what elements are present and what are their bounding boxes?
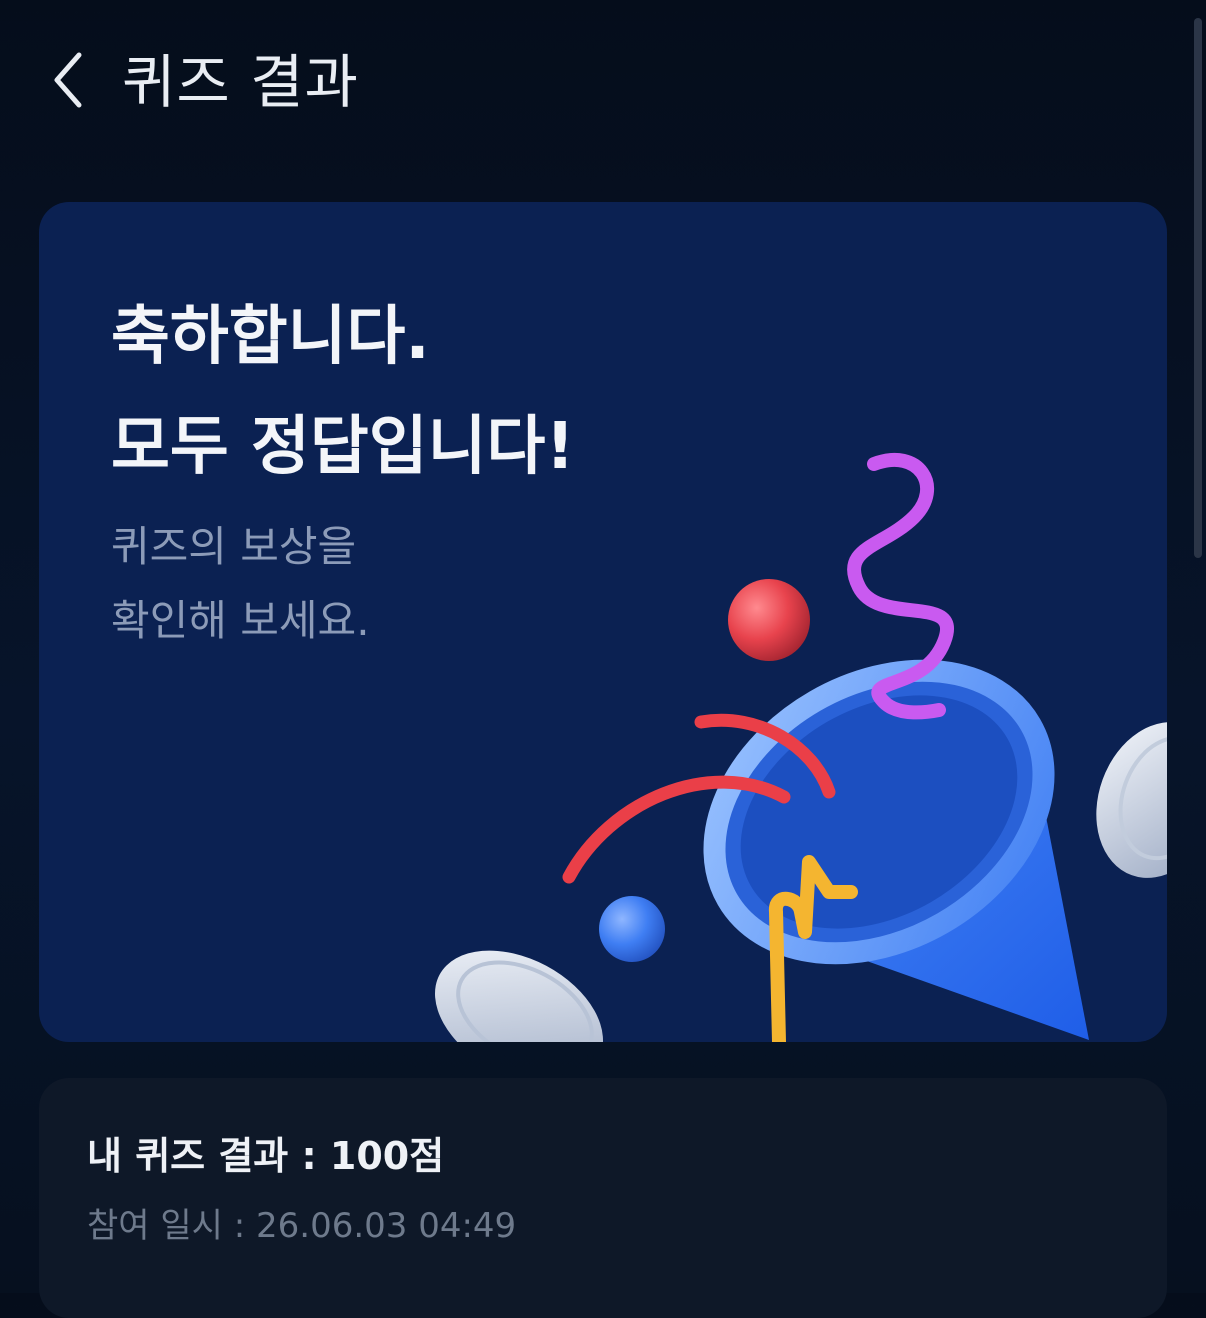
chevron-left-icon [54, 52, 82, 108]
coin-bottom-left [434, 950, 604, 1042]
red-ball [728, 579, 810, 661]
coin-right [1096, 722, 1167, 878]
quiz-result-card: 내 퀴즈 결과 : 100점 참여 일시 : 26.06.03 04:49 [39, 1078, 1167, 1318]
app-header: 퀴즈 결과 [0, 0, 1206, 170]
quiz-score: 내 퀴즈 결과 : 100점 [87, 1134, 445, 1178]
participation-date: 참여 일시 : 26.06.03 04:49 [87, 1206, 517, 1246]
congrats-banner: 축하합니다. 모두 정답입니다! 퀴즈의 보상을 확인해 보세요. [39, 202, 1167, 1042]
blue-ball [599, 896, 665, 962]
scrollbar[interactable] [1194, 18, 1202, 558]
page-title: 퀴즈 결과 [122, 48, 359, 116]
back-button[interactable] [30, 40, 110, 120]
party-cone [703, 659, 1089, 1040]
party-popper-illustration [434, 452, 1167, 1042]
